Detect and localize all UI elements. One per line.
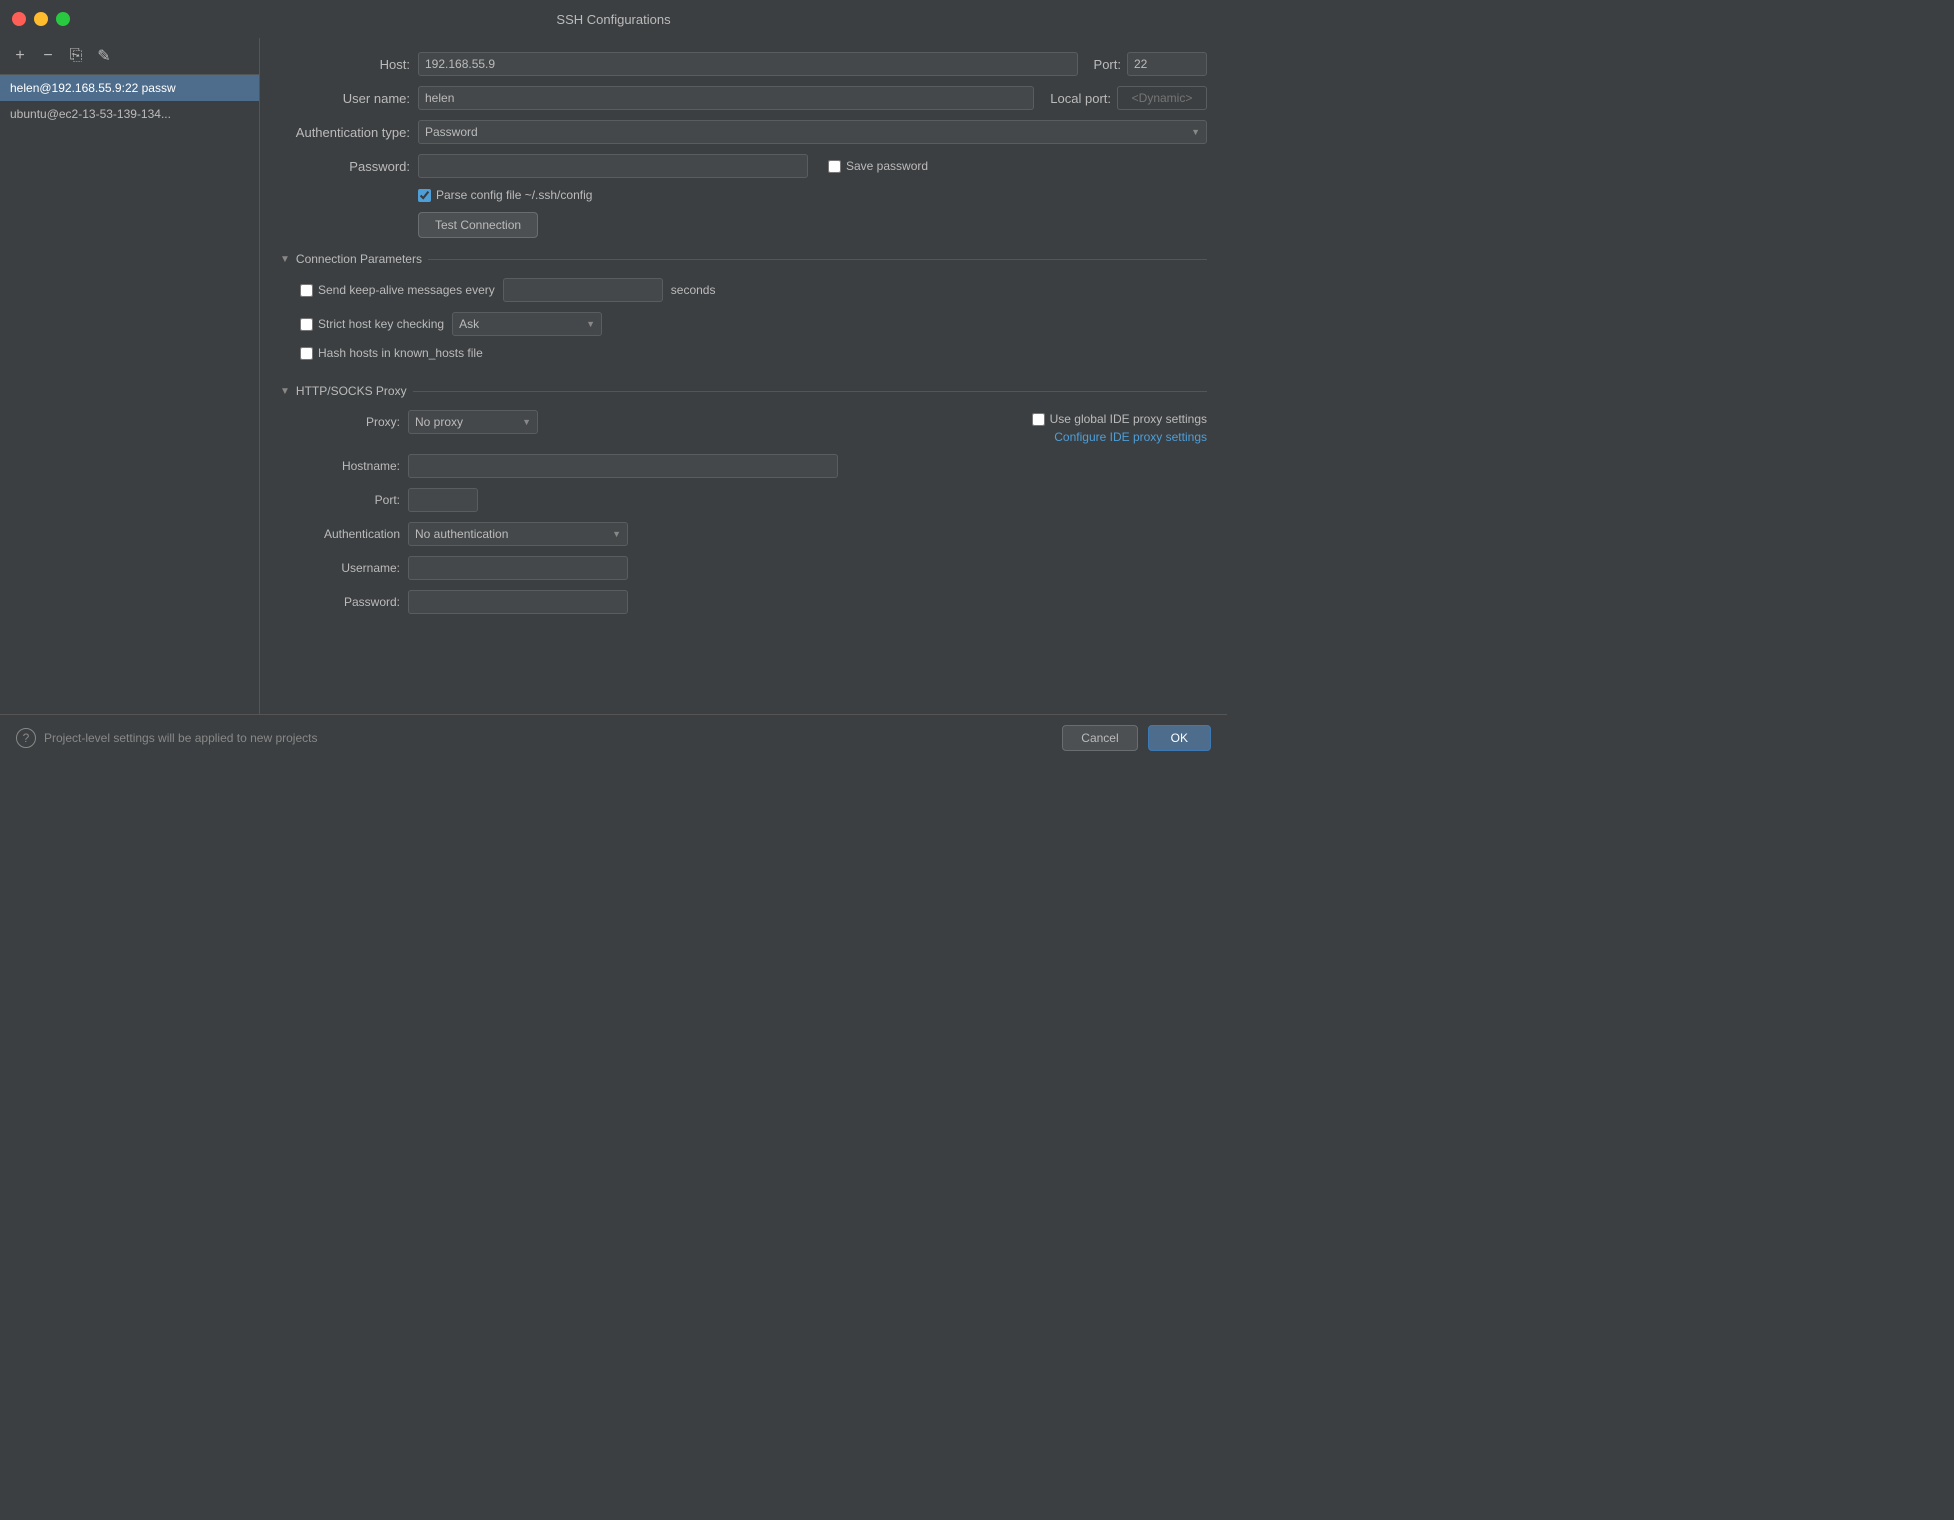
parse-config-label[interactable]: Parse config file ~/.ssh/config [418,188,592,202]
host-input[interactable] [418,52,1078,76]
save-password-label[interactable]: Save password [828,159,928,173]
bottom-right: Cancel OK [1062,725,1211,751]
strict-host-label[interactable]: Strict host key checking [300,317,444,331]
connection-params-arrow[interactable]: ▼ [280,254,290,265]
remove-config-button[interactable]: − [36,44,60,68]
seconds-label: seconds [671,283,716,297]
password-label: Password: [280,159,410,174]
proxy-auth-select-wrapper: No authentication Password Username/pass… [408,522,628,546]
ok-button[interactable]: OK [1148,725,1211,751]
proxy-select[interactable]: No proxy HTTP SOCKS4 SOCKS5 [408,410,538,434]
proxy-port-row: Port: [300,488,1207,512]
connection-params-title: Connection Parameters [296,252,422,266]
proxy-password-label: Password: [300,595,400,609]
auth-type-select-wrapper: Password Key pair OpenSSH config and aut… [418,120,1207,144]
hash-hosts-row: Hash hosts in known_hosts file [300,346,1207,360]
ask-select[interactable]: Ask Yes No [452,312,602,336]
keep-alive-label[interactable]: Send keep-alive messages every [300,283,495,297]
proxy-auth-row: Authentication No authentication Passwor… [300,522,1207,546]
proxy-port-label: Port: [300,493,400,507]
sidebar-item-ubuntu[interactable]: ubuntu@ec2-13-53-139-134... [0,101,259,127]
hash-hosts-checkbox[interactable] [300,347,313,360]
proxy-left: Proxy: No proxy HTTP SOCKS4 SOCKS5 [300,410,538,444]
proxy-hostname-input[interactable] [408,454,838,478]
help-button[interactable]: ? [16,728,36,748]
username-input[interactable] [418,86,1034,110]
proxy-password-row: Password: [300,590,1207,614]
keep-alive-input[interactable] [503,278,663,302]
keep-alive-checkbox[interactable] [300,284,313,297]
proxy-arrow[interactable]: ▼ [280,386,290,397]
main-content: + − ⎘ ✎ helen@192.168.55.9:22 passw ubun… [0,38,1227,714]
proxy-username-row: Username: [300,556,1207,580]
proxy-username-input[interactable] [408,556,628,580]
local-port-input[interactable] [1117,86,1207,110]
port-label: Port: [1094,57,1121,72]
strict-host-row: Strict host key checking Ask Yes No [300,312,1207,336]
test-connection-button[interactable]: Test Connection [418,212,538,238]
proxy-hostname-label: Hostname: [300,459,400,473]
proxy-hostname-row: Hostname: [300,454,1207,478]
parse-config-row: Parse config file ~/.ssh/config [418,188,1207,202]
window-title: SSH Configurations [556,12,670,27]
edit-config-button[interactable]: ✎ [92,44,116,68]
status-text: Project-level settings will be applied t… [44,731,317,745]
sidebar-item-helen[interactable]: helen@192.168.55.9:22 passw [0,75,259,101]
hash-hosts-label[interactable]: Hash hosts in known_hosts file [300,346,483,360]
title-bar: SSH Configurations [0,0,1227,38]
password-row: Password: Save password [280,154,1207,178]
proxy-body: Proxy: No proxy HTTP SOCKS4 SOCKS5 [280,410,1207,634]
proxy-select-wrapper: No proxy HTTP SOCKS4 SOCKS5 [408,410,538,434]
ask-select-wrapper: Ask Yes No [452,312,602,336]
use-global-label[interactable]: Use global IDE proxy settings [1032,412,1207,426]
host-label: Host: [280,57,410,72]
sidebar-toolbar: + − ⎘ ✎ [0,38,259,75]
maximize-button[interactable] [56,12,70,26]
auth-type-select[interactable]: Password Key pair OpenSSH config and aut… [418,120,1207,144]
proxy-password-input[interactable] [408,590,628,614]
proxy-label: Proxy: [300,415,400,429]
bottom-bar: ? Project-level settings will be applied… [0,714,1227,760]
connection-params-header: ▼ Connection Parameters [280,252,1207,266]
config-list: helen@192.168.55.9:22 passw ubuntu@ec2-1… [0,75,259,714]
add-config-button[interactable]: + [8,44,32,68]
minimize-button[interactable] [34,12,48,26]
cancel-button[interactable]: Cancel [1062,725,1137,751]
configure-ide-link[interactable]: Configure IDE proxy settings [1054,430,1207,444]
proxy-title: HTTP/SOCKS Proxy [296,384,407,398]
save-password-checkbox[interactable] [828,160,841,173]
password-input[interactable] [418,154,808,178]
use-global-checkbox[interactable] [1032,413,1045,426]
proxy-main-row: Proxy: No proxy HTTP SOCKS4 SOCKS5 [300,410,1207,444]
strict-host-checkbox[interactable] [300,318,313,331]
connection-params-body: Send keep-alive messages every seconds S… [280,278,1207,380]
proxy-auth-select[interactable]: No authentication Password Username/pass… [408,522,628,546]
keep-alive-row: Send keep-alive messages every seconds [300,278,1207,302]
connection-params-divider [428,259,1207,260]
bottom-left: ? Project-level settings will be applied… [16,728,317,748]
auth-type-row: Authentication type: Password Key pair O… [280,120,1207,144]
form-panel: Host: Port: User name: Local port: Authe… [260,38,1227,714]
test-connection-row: Test Connection [418,212,1207,238]
parse-config-checkbox[interactable] [418,189,431,202]
close-button[interactable] [12,12,26,26]
host-row: Host: Port: [280,52,1207,76]
proxy-right: Use global IDE proxy settings Configure … [1032,412,1207,444]
proxy-username-label: Username: [300,561,400,575]
proxy-select-row: Proxy: No proxy HTTP SOCKS4 SOCKS5 [300,410,538,434]
local-port-label: Local port: [1050,91,1111,106]
copy-config-button[interactable]: ⎘ [64,44,88,68]
port-input[interactable] [1127,52,1207,76]
proxy-divider [413,391,1207,392]
username-label: User name: [280,91,410,106]
proxy-header: ▼ HTTP/SOCKS Proxy [280,384,1207,398]
auth-type-label: Authentication type: [280,125,410,140]
window-controls [12,12,70,26]
username-row: User name: Local port: [280,86,1207,110]
proxy-port-input[interactable] [408,488,478,512]
sidebar: + − ⎘ ✎ helen@192.168.55.9:22 passw ubun… [0,38,260,714]
proxy-auth-label: Authentication [300,527,400,541]
